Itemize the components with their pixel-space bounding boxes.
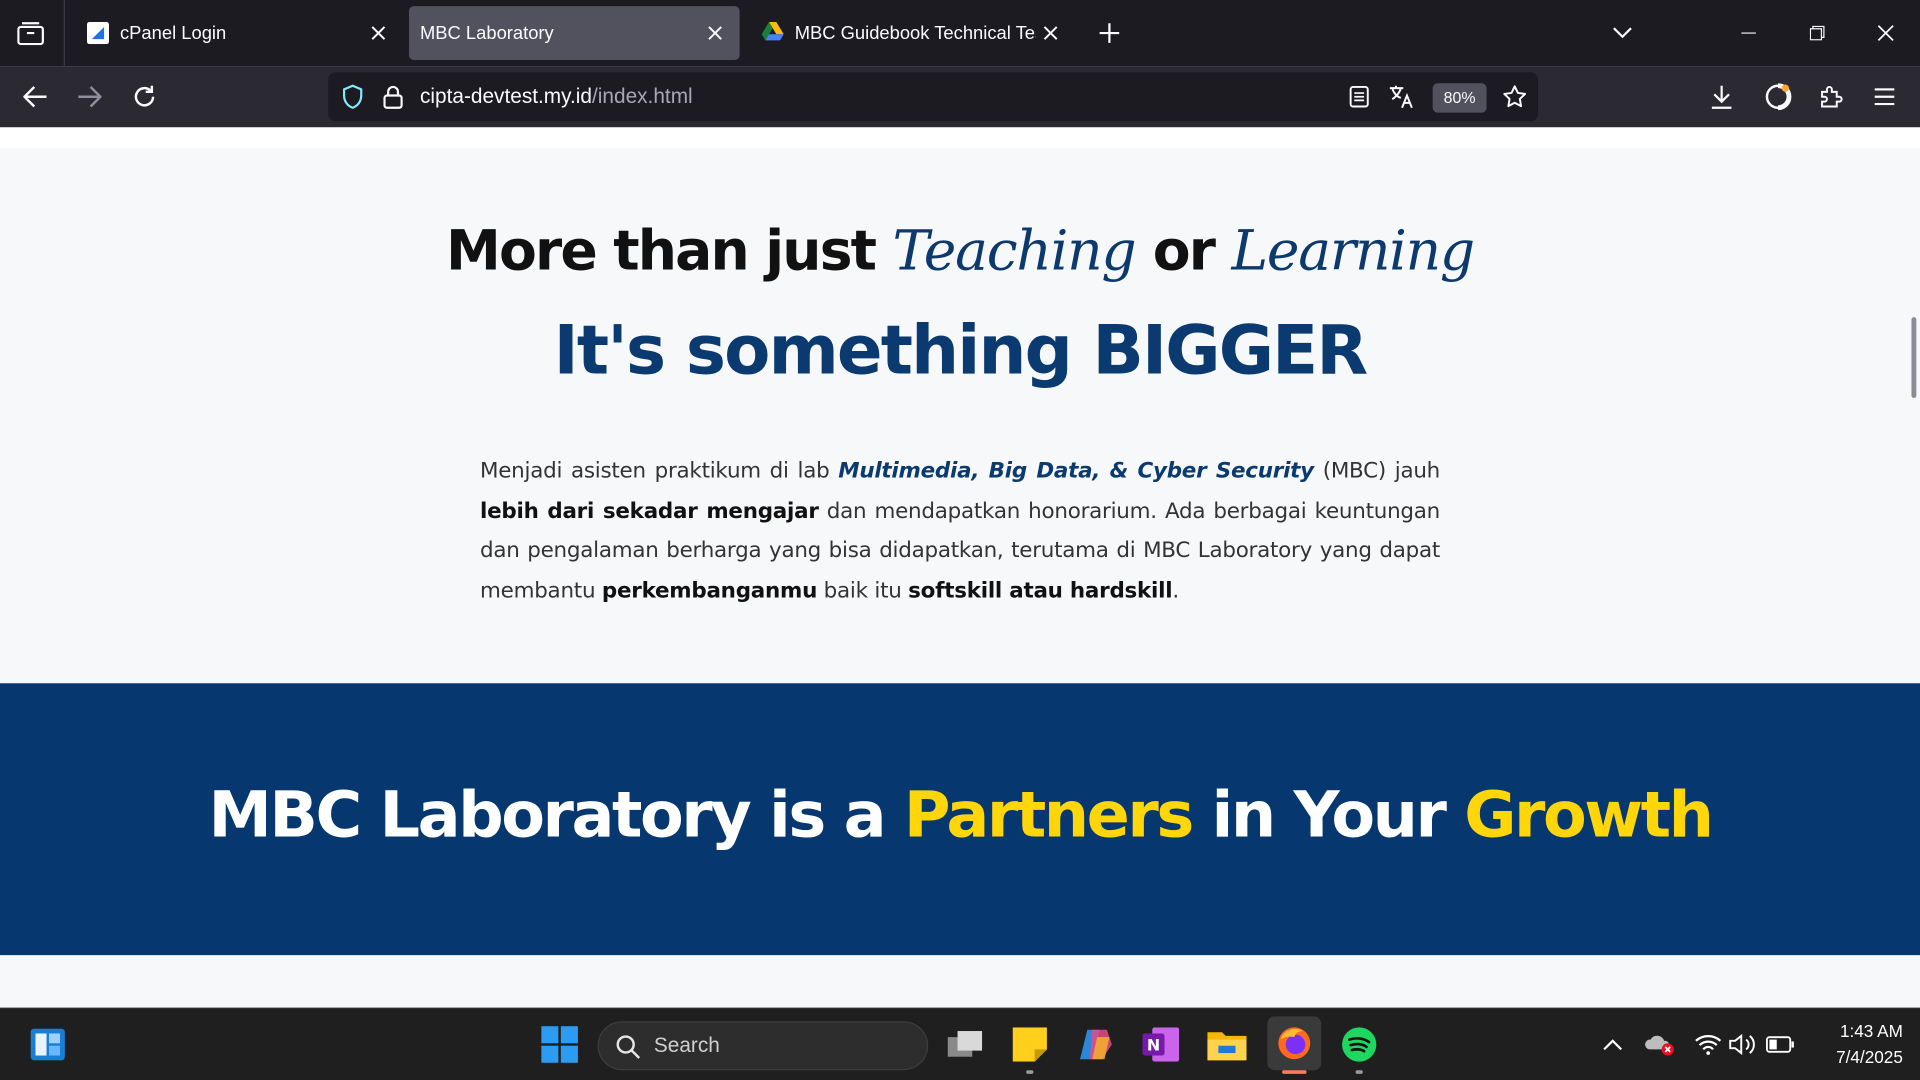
list-all-tabs-chevron-icon[interactable]: [1608, 18, 1637, 47]
paragraph-bold: lebih dari sekadar mengajar: [480, 498, 819, 524]
url-domain: cipta-devtest.my.id: [420, 84, 593, 108]
forward-arrow-icon[interactable]: [75, 82, 104, 111]
google-drive-icon: [761, 22, 784, 44]
onedrive-error-icon[interactable]: [1645, 1031, 1677, 1058]
cpanel-favicon-icon: [86, 22, 109, 45]
extensions-puzzle-icon[interactable]: [1816, 82, 1845, 111]
tab-cpanel-login[interactable]: cPanel Login: [70, 6, 403, 60]
tab-title: MBC Laboratory: [420, 22, 554, 44]
restore-window-icon[interactable]: [1802, 18, 1831, 47]
close-tab-icon[interactable]: [364, 18, 393, 47]
page-scrollbar-thumb[interactable]: [1911, 317, 1917, 398]
downloads-icon[interactable]: [1707, 82, 1736, 111]
tracking-protection-shield-icon[interactable]: [340, 84, 364, 109]
paragraph-text: Menjadi asisten praktikum di lab: [480, 459, 839, 484]
intro-paragraph: Menjadi asisten praktikum di lab Multime…: [480, 452, 1440, 611]
clock-date: 7/4/2025: [1836, 1046, 1903, 1067]
heading-learning-word: Learning: [1231, 217, 1475, 283]
search-icon: [615, 1033, 642, 1060]
paragraph-bold: perkembanganmu: [601, 578, 818, 604]
running-indicator: [1026, 1070, 1034, 1074]
close-tab-icon[interactable]: [1036, 18, 1065, 47]
system-clock[interactable]: 1:43 AM 7/4/2025: [1805, 1019, 1903, 1070]
running-indicator: [1355, 1070, 1363, 1074]
show-hidden-icons-chevron-icon[interactable]: [1598, 1031, 1627, 1058]
navigation-toolbar: cipta-devtest.my.id/index.html 80%: [0, 66, 1920, 128]
heading-or-word: or: [1135, 217, 1232, 283]
paragraph-bold: softskill atau hardskill: [908, 578, 1173, 604]
reader-view-icon[interactable]: [1347, 84, 1371, 108]
wifi-icon[interactable]: [1693, 1031, 1722, 1058]
tab-strip: cPanel Login MBC Laboratory MBC Guideboo…: [0, 0, 1920, 67]
start-windows-icon[interactable]: [541, 1026, 578, 1063]
clock-time: 1:43 AM: [1839, 1021, 1903, 1041]
bookmark-star-icon[interactable]: [1501, 83, 1528, 110]
tab-title: cPanel Login: [120, 22, 227, 44]
paragraph-text: .: [1172, 578, 1179, 604]
close-tab-icon[interactable]: [700, 18, 729, 47]
lock-icon[interactable]: [381, 84, 405, 109]
partners-growth-heading: MBC Laboratory is a Partners in Your Gro…: [0, 779, 1920, 852]
partners-growth-band: MBC Laboratory is a Partners in Your Gro…: [0, 683, 1920, 956]
account-icon[interactable]: [1762, 81, 1794, 113]
section-heading-bigger: It's something BIGGER: [553, 311, 1369, 390]
tab-mbc-laboratory[interactable]: MBC Laboratory: [408, 6, 740, 61]
paragraph-text: (MBC) jauh: [1313, 459, 1441, 484]
address-bar[interactable]: cipta-devtest.my.id/index.html 80%: [328, 72, 1538, 122]
windows-taskbar: Search N 1:43 AM 7/4/2025: [0, 1007, 1920, 1080]
spotify-icon[interactable]: [1341, 1026, 1378, 1063]
tab-title: MBC Guidebook Technical Test 2025: [794, 22, 1036, 44]
web-page-content: More than just Teaching or Learning It's…: [0, 127, 1920, 1008]
taskbar-search-box[interactable]: Search: [597, 1021, 929, 1071]
zoom-level-badge[interactable]: 80%: [1432, 83, 1487, 113]
svg-text:N: N: [1147, 1036, 1160, 1055]
copilot-icon[interactable]: [1076, 1026, 1115, 1063]
widgets-icon[interactable]: [29, 1027, 66, 1061]
top-white-strip: [0, 127, 1920, 149]
band-text: in Your: [1191, 778, 1465, 853]
band-partners-word: Partners: [903, 778, 1194, 853]
firefox-active-indicator: [1282, 1070, 1307, 1074]
volume-icon[interactable]: [1728, 1031, 1757, 1058]
tab-overview-icon[interactable]: [15, 18, 47, 47]
minimize-window-icon[interactable]: [1734, 18, 1763, 47]
search-label: Search: [653, 1033, 720, 1057]
back-arrow-icon[interactable]: [21, 82, 50, 111]
translate-icon[interactable]: [1389, 84, 1416, 109]
url-text[interactable]: cipta-devtest.my.id/index.html: [420, 72, 693, 121]
heading-text: More than just: [446, 217, 893, 283]
close-window-icon[interactable]: [1871, 18, 1900, 47]
battery-icon[interactable]: [1765, 1031, 1797, 1058]
section-heading-teaching-learning: More than just Teaching or Learning: [0, 218, 1920, 283]
task-view-icon[interactable]: [945, 1027, 984, 1061]
heading-teaching-word: Teaching: [892, 217, 1137, 283]
lab-name-highlight: Multimedia, Big Data, & Cyber Security: [838, 459, 1314, 484]
band-text: MBC Laboratory is a: [208, 778, 904, 853]
file-explorer-icon[interactable]: [1207, 1026, 1247, 1063]
band-growth-word: Growth: [1464, 778, 1714, 853]
hamburger-menu-icon[interactable]: [1870, 82, 1899, 111]
reload-icon[interactable]: [130, 82, 159, 111]
sticky-notes-icon[interactable]: [1011, 1026, 1048, 1063]
paragraph-text: baik itu: [817, 578, 909, 604]
firefox-icon[interactable]: [1267, 1016, 1322, 1071]
url-path: /index.html: [592, 84, 693, 108]
onenote-icon[interactable]: N: [1141, 1026, 1180, 1063]
tab-mbc-guidebook[interactable]: MBC Guidebook Technical Test 2025: [744, 6, 1075, 60]
new-tab-plus-icon[interactable]: [1095, 18, 1124, 47]
